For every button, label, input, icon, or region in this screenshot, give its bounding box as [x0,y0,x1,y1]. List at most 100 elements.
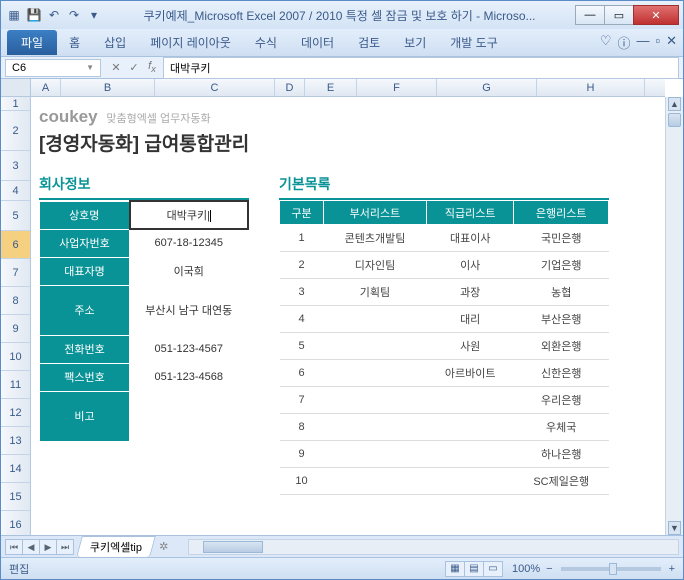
enter-icon[interactable]: ✓ [127,61,141,74]
tab-data[interactable]: 데이터 [289,30,346,55]
tab-developer[interactable]: 개발 도구 [438,30,510,55]
cell[interactable] [426,387,513,414]
cell[interactable]: 2 [280,252,324,279]
scroll-down-icon[interactable]: ▼ [668,521,681,535]
table-row[interactable]: 2디자인팀이사기업은행 [280,252,609,279]
vertical-scrollbar[interactable]: ▲ ▼ [665,97,683,535]
row-headers[interactable]: 12345678910111213141516 [1,97,31,535]
window-min-icon[interactable]: — [636,33,649,52]
help-icon[interactable]: ♡ [600,33,612,52]
cell[interactable] [324,468,427,495]
maximize-button[interactable]: ▭ [604,5,634,25]
cell[interactable] [324,333,427,360]
cell[interactable] [324,387,427,414]
cell[interactable]: 9 [280,441,324,468]
row-header[interactable]: 7 [1,259,30,287]
scroll-thumb[interactable] [668,113,681,127]
cell[interactable]: 1 [280,225,324,252]
cell[interactable]: 신한은행 [514,360,609,387]
table-row[interactable]: 7 우리은행 [280,387,609,414]
cell[interactable]: 대표이사 [426,225,513,252]
row-header[interactable]: 14 [1,455,30,483]
view-pagelayout-icon[interactable]: ▤ [464,561,484,577]
col-header[interactable]: F [357,79,437,96]
col-header[interactable]: G [437,79,537,96]
val-bizno[interactable]: 607-18-12345 [130,229,249,257]
cell[interactable]: 국민은행 [514,225,609,252]
zoom-in-icon[interactable]: + [669,563,675,575]
sheet-tab[interactable]: 쿠키엑셀tip [76,536,156,557]
minimize-ribbon-icon[interactable]: ⓘ [617,33,630,52]
table-row[interactable]: 10SC제일은행 [280,468,609,495]
sheet-content[interactable]: coukey 맞춤형엑셀 업무자동화 [경영자동화] 급여통합관리 회사정보 상… [31,97,665,535]
cell[interactable]: 기업은행 [514,252,609,279]
qat-dropdown-icon[interactable]: ▾ [85,6,103,24]
redo-icon[interactable]: ↷ [65,6,83,24]
col-header[interactable]: E [305,79,357,96]
tab-home[interactable]: 홈 [57,30,92,55]
cell[interactable]: 우체국 [514,414,609,441]
cell[interactable]: 6 [280,360,324,387]
view-normal-icon[interactable]: ▦ [445,561,465,577]
scroll-up-icon[interactable]: ▲ [668,97,681,111]
val-ceo[interactable]: 이국희 [130,257,249,285]
cell[interactable] [324,360,427,387]
row-header[interactable]: 5 [1,201,30,231]
row-header[interactable]: 3 [1,151,30,181]
cell[interactable] [426,441,513,468]
cell[interactable]: 4 [280,306,324,333]
tab-review[interactable]: 검토 [346,30,392,55]
save-icon[interactable]: 💾 [25,6,43,24]
cell[interactable]: 외환은행 [514,333,609,360]
val-tel[interactable]: 051-123-4567 [130,335,249,363]
col-header[interactable]: B [61,79,155,96]
cell[interactable] [324,306,427,333]
table-row[interactable]: 1콘텐츠개발팀대표이사국민은행 [280,225,609,252]
table-row[interactable]: 3기획팀과장농협 [280,279,609,306]
row-header[interactable]: 4 [1,181,30,201]
tab-nav-first-icon[interactable]: ⏮ [5,539,23,555]
table-row[interactable]: 6아르바이트신한은행 [280,360,609,387]
cell[interactable]: 사원 [426,333,513,360]
cell[interactable]: 10 [280,468,324,495]
window-close-icon[interactable]: ✕ [666,33,677,52]
row-header[interactable]: 11 [1,371,30,399]
cell[interactable]: 7 [280,387,324,414]
table-row[interactable]: 8우체국 [280,414,609,441]
tab-insert[interactable]: 삽입 [92,30,138,55]
tab-view[interactable]: 보기 [392,30,438,55]
zoom-handle[interactable] [609,563,617,575]
tab-formulas[interactable]: 수식 [243,30,289,55]
column-headers[interactable]: ABCDEFGH [31,79,665,97]
file-tab[interactable]: 파일 [7,30,57,55]
cell[interactable] [324,414,427,441]
zoom-slider[interactable] [561,567,661,571]
row-header[interactable]: 12 [1,399,30,427]
cell[interactable]: 우리은행 [514,387,609,414]
horizontal-scrollbar[interactable] [188,539,679,555]
cell[interactable]: 부산은행 [514,306,609,333]
cell[interactable]: 농협 [514,279,609,306]
table-row[interactable]: 4대리부산은행 [280,306,609,333]
row-header[interactable]: 6 [1,231,30,259]
cell[interactable]: 디자인팀 [324,252,427,279]
row-header[interactable]: 2 [1,111,30,151]
spreadsheet-grid[interactable]: ABCDEFGH 12345678910111213141516 coukey … [1,79,683,535]
cell[interactable]: 콘텐츠개발팀 [324,225,427,252]
row-header[interactable]: 10 [1,343,30,371]
window-restore-icon[interactable]: ▫ [655,33,660,52]
cell[interactable]: 5 [280,333,324,360]
row-header[interactable]: 1 [1,97,30,111]
val-fax[interactable]: 051-123-4568 [130,363,249,391]
namebox-dropdown-icon[interactable]: ▼ [86,63,94,72]
row-header[interactable]: 9 [1,315,30,343]
minimize-button[interactable]: — [575,5,605,25]
tab-nav-last-icon[interactable]: ⏭ [56,539,74,555]
hscroll-thumb[interactable] [203,541,263,553]
zoom-out-icon[interactable]: − [546,563,552,575]
fx-icon[interactable]: fx [145,60,159,74]
cell[interactable] [426,414,513,441]
cell[interactable]: 하나은행 [514,441,609,468]
tab-nav-next-icon[interactable]: ▶ [39,539,57,555]
name-box[interactable]: C6 ▼ [5,59,101,77]
